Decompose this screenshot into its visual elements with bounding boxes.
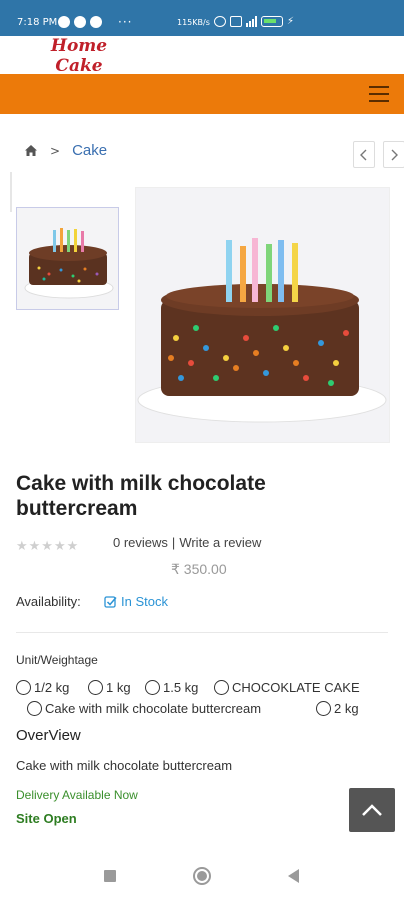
logo[interactable]: Home Cake [26, 36, 132, 84]
radio-icon [88, 680, 103, 695]
recent-apps-icon[interactable] [104, 870, 116, 882]
previous-product-button[interactable] [353, 141, 375, 168]
option-2-kg[interactable]: 2 kg [316, 701, 359, 716]
option-label: 2 kg [334, 701, 359, 716]
option-label: 1.5 kg [163, 680, 199, 695]
breadcrumb-separator: > [50, 143, 61, 158]
check-circle-icon [90, 16, 102, 28]
home-icon[interactable] [24, 144, 38, 157]
overview-heading: OverView [16, 727, 81, 744]
product-thumbnail[interactable] [16, 207, 119, 310]
radio-icon [27, 701, 42, 716]
cake-thumbnail-image [17, 208, 118, 309]
breadcrumb-cake-link[interactable]: Cake [72, 142, 107, 159]
site-header: Home Cake [0, 36, 404, 84]
overview-text: Cake with milk chocolate buttercream [16, 758, 233, 773]
unit-weightage-label: Unit/Weightage [16, 653, 98, 667]
option-label: 1 kg [106, 680, 131, 695]
radio-icon [214, 680, 229, 695]
thumbnail-scrollbar[interactable] [10, 172, 12, 212]
play-icon [74, 16, 86, 28]
signal-icon [246, 16, 257, 27]
status-bar: 7:18 PM ··· 115KB/s ⚡ [0, 0, 404, 36]
chevron-left-icon [360, 149, 367, 160]
availability-label: Availability: [16, 594, 81, 609]
status-notification-icons [58, 16, 102, 28]
radio-icon [316, 701, 331, 716]
option-label: CHOCOKLATE CAKE [232, 680, 360, 695]
system-navigation-bar [0, 850, 404, 900]
scroll-to-top-button[interactable] [349, 788, 395, 832]
option-1-5-kg[interactable]: 1.5 kg [145, 680, 198, 695]
logo-text: Home Cake [50, 36, 108, 76]
back-icon[interactable] [288, 869, 299, 883]
delivery-status: Delivery Available Now [16, 788, 138, 802]
product-price: ₹ 350.00 [171, 561, 227, 577]
menu-icon[interactable] [369, 86, 389, 102]
main-navbar [0, 74, 404, 114]
cake-image [136, 188, 389, 442]
stock-status: In Stock [104, 594, 168, 609]
write-review-link[interactable]: Write a review [179, 535, 261, 550]
site-status: Site Open [16, 811, 77, 826]
radio-icon [145, 680, 160, 695]
breadcrumb: > Cake [24, 142, 107, 159]
status-time: 7:18 PM [17, 17, 58, 28]
reviews-row: 0 reviews | Write a review [113, 535, 261, 550]
chevron-up-icon [362, 804, 382, 816]
stock-status-text: In Stock [121, 594, 168, 609]
divider [16, 632, 388, 633]
status-more-icon: ··· [118, 15, 133, 29]
next-product-button[interactable] [383, 141, 404, 168]
radio-icon [16, 680, 31, 695]
chevron-right-icon [391, 149, 398, 160]
option-chocolate-cake[interactable]: CHOCOKLATE CAKE [214, 680, 360, 695]
product-main-image[interactable] [135, 187, 390, 443]
alarm-icon [214, 16, 226, 27]
notification-icon [58, 16, 70, 28]
status-system-icons: ⚡ [214, 16, 294, 27]
option-label: Cake with milk chocolate buttercream [45, 701, 262, 716]
option-half-kg[interactable]: 1/2 kg [16, 680, 69, 695]
option-milk-chocolate-buttercream[interactable]: Cake with milk chocolate buttercream [27, 701, 261, 716]
rating-stars: ★★★★★ [16, 539, 80, 554]
sim-icon [230, 16, 242, 27]
option-1-kg[interactable]: 1 kg [88, 680, 131, 695]
reviews-count-link[interactable]: 0 reviews [113, 535, 168, 550]
charging-icon: ⚡ [287, 16, 295, 27]
home-button-icon[interactable] [193, 867, 211, 885]
reviews-separator: | [171, 535, 176, 550]
battery-icon [261, 16, 283, 27]
network-speed: 115KB/s [177, 18, 210, 27]
option-label: 1/2 kg [34, 680, 70, 695]
product-title: Cake with milk chocolate buttercream [16, 472, 266, 520]
check-square-icon [104, 596, 117, 608]
